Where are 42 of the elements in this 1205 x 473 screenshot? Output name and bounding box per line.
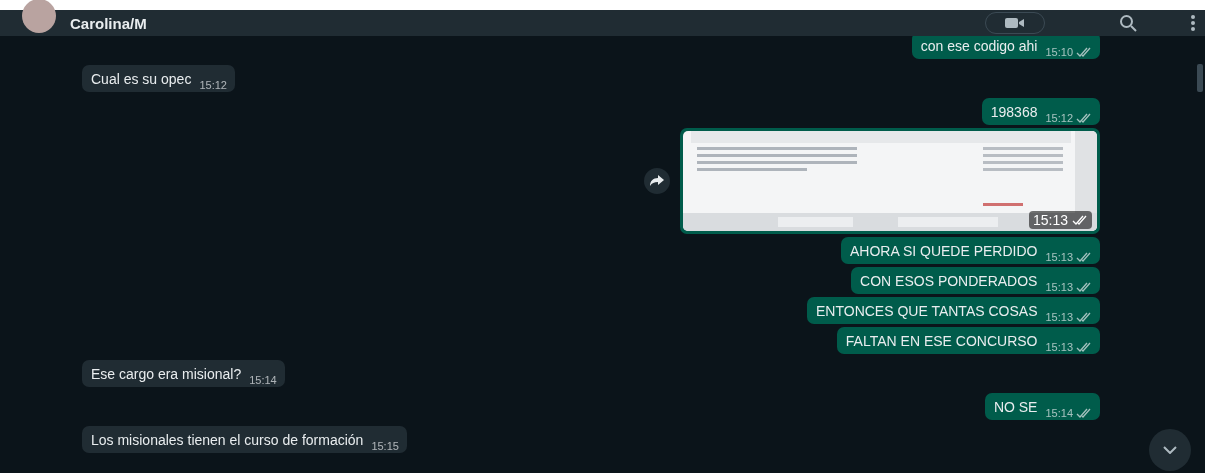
double-check-icon	[1076, 282, 1092, 292]
message-time: 15:13	[1028, 211, 1092, 229]
double-check-icon	[1076, 312, 1092, 322]
message-time: 15:14	[1045, 407, 1092, 419]
message-time: 15:13	[1045, 251, 1092, 263]
image-message[interactable]: 15:13	[680, 128, 1100, 234]
message-time: 15:13	[1045, 341, 1092, 353]
message-text: Los misionales tienen el curso de formación	[91, 431, 364, 449]
search-icon	[1119, 14, 1137, 32]
double-check-icon	[1072, 215, 1088, 225]
forward-button[interactable]	[644, 168, 670, 194]
video-camera-icon	[1004, 16, 1026, 30]
scroll-down-button[interactable]	[1149, 429, 1191, 471]
message-time: 15:13	[1045, 281, 1092, 293]
message-text: Cual es su opec	[91, 70, 192, 88]
message-time: 15:10	[1045, 46, 1092, 58]
message-text: ENTONCES QUE TANTAS COSAS	[816, 302, 1038, 320]
message-text: Ese cargo era misional?	[91, 365, 242, 383]
double-check-icon	[1076, 47, 1092, 57]
message-time: 15:12	[199, 79, 227, 91]
contact-name: Carolina/M	[70, 14, 148, 32]
message-text: con ese codigo ahi	[920, 37, 1038, 55]
message-time: 15:15	[371, 440, 399, 452]
double-check-icon	[1076, 113, 1092, 123]
more-icon	[1191, 15, 1195, 31]
chevron-down-icon	[1163, 446, 1177, 454]
message-text: NO SE	[993, 398, 1038, 416]
message-text: 198368	[990, 103, 1038, 121]
message-text: FALTAN EN ESE CONCURSO	[845, 332, 1038, 350]
message-text: CON ESOS PONDERADOS	[860, 272, 1038, 290]
double-check-icon	[1076, 342, 1092, 352]
forward-icon	[650, 175, 664, 187]
contact-avatar[interactable]	[22, 0, 56, 33]
message-time: 15:14	[249, 374, 277, 386]
menu-button[interactable]	[1191, 15, 1195, 31]
scrollbar-thumb[interactable]	[1197, 64, 1203, 92]
message-text: AHORA SI QUEDE PERDIDO	[850, 242, 1038, 260]
double-check-icon	[1076, 408, 1092, 418]
message-time: 15:12	[1045, 112, 1092, 124]
double-check-icon	[1076, 252, 1092, 262]
message-time: 15:13	[1045, 311, 1092, 323]
search-button[interactable]	[1119, 14, 1137, 32]
